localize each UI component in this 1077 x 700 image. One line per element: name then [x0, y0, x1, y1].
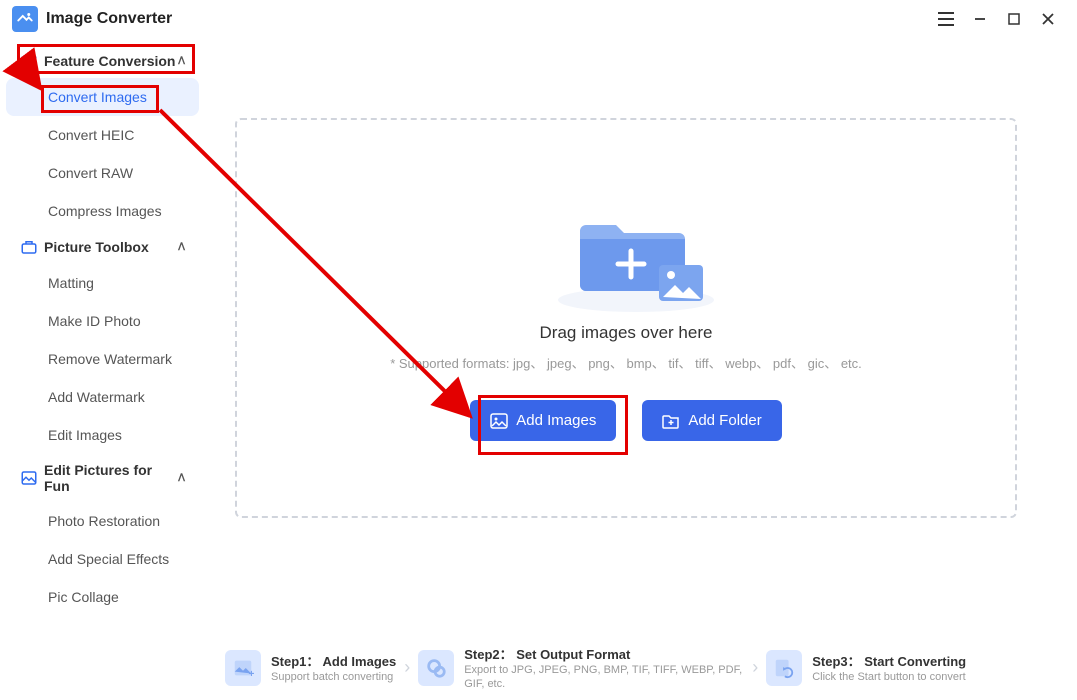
sidebar-item-compress-images[interactable]: Compress Images — [0, 192, 205, 230]
step3-desc: Click the Start button to convert — [812, 670, 966, 684]
folder-upload-icon — [551, 195, 701, 305]
chevron-right-icon: › — [404, 657, 410, 678]
main-area: Drag images over here * Supported format… — [205, 38, 1077, 700]
picture-icon — [20, 469, 38, 487]
sidebar-item-pic-collage[interactable]: Pic Collage — [0, 578, 205, 616]
step-3: Step3： Start Converting Click the Start … — [766, 650, 966, 686]
sidebar-item-convert-heic[interactable]: Convert HEIC — [0, 116, 205, 154]
supported-formats-text: * Supported formats: jpg、 jpeg、 png、 bmp… — [390, 353, 862, 372]
sidebar-item-add-watermark[interactable]: Add Watermark — [0, 378, 205, 416]
step3-title: Step3： Start Converting — [812, 651, 966, 670]
step-2: Step2： Set Output Format Export to JPG, … — [418, 644, 744, 692]
steps-bar: + Step1： Add Images Support batch conver… — [215, 635, 1077, 700]
nav-section-edit-pictures-for-fun[interactable]: Edit Pictures for Fun ᐱ — [0, 454, 205, 502]
sidebar-item-photo-restoration[interactable]: Photo Restoration — [0, 502, 205, 540]
chevron-up-icon: ᐱ — [178, 473, 185, 484]
step3-icon — [766, 650, 802, 686]
svg-text:+: + — [249, 669, 255, 679]
sidebar-item-matting[interactable]: Matting — [0, 264, 205, 302]
step1-icon: + — [225, 650, 261, 686]
step1-desc: Support batch converting — [271, 670, 396, 684]
hamburger-menu-icon[interactable] — [929, 5, 963, 33]
sidebar-item-convert-raw[interactable]: Convert RAW — [0, 154, 205, 192]
sidebar-item-remove-watermark[interactable]: Remove Watermark — [0, 340, 205, 378]
app-logo — [12, 6, 38, 32]
nav-section-picture-toolbox[interactable]: Picture Toolbox ᐱ — [0, 230, 205, 264]
chevron-up-icon: ᐱ — [178, 242, 185, 253]
sidebar-item-edit-images[interactable]: Edit Images — [0, 416, 205, 454]
step2-icon — [418, 650, 454, 686]
sidebar-item-add-special-effects[interactable]: Add Special Effects — [0, 540, 205, 578]
drag-prompt-text: Drag images over here — [540, 323, 713, 343]
toolbox-icon — [20, 238, 38, 256]
step1-title: Step1： Add Images — [271, 651, 396, 670]
folder-plus-icon — [662, 413, 680, 429]
sidebar: Feature Conversion ᐱ Convert Images Conv… — [0, 38, 205, 700]
step2-title: Step2： Set Output Format — [464, 644, 744, 663]
add-images-button[interactable]: Add Images — [470, 400, 616, 441]
sidebar-item-convert-images[interactable]: Convert Images — [6, 78, 199, 116]
close-button[interactable] — [1031, 5, 1065, 33]
hexagon-icon — [20, 52, 38, 70]
image-icon — [490, 413, 508, 429]
sidebar-item-make-id-photo[interactable]: Make ID Photo — [0, 302, 205, 340]
app-title: Image Converter — [46, 10, 172, 28]
maximize-button[interactable] — [997, 5, 1031, 33]
add-folder-button[interactable]: Add Folder — [642, 400, 781, 441]
titlebar: Image Converter — [0, 0, 1077, 38]
chevron-right-icon: › — [752, 657, 758, 678]
chevron-up-icon: ᐱ — [178, 56, 185, 67]
minimize-button[interactable] — [963, 5, 997, 33]
nav-section-feature-conversion[interactable]: Feature Conversion ᐱ — [0, 44, 205, 78]
step2-desc: Export to JPG, JPEG, PNG, BMP, TIF, TIFF… — [464, 663, 744, 692]
dropzone[interactable]: Drag images over here * Supported format… — [235, 118, 1017, 518]
step-1: + Step1： Add Images Support batch conver… — [225, 650, 396, 686]
